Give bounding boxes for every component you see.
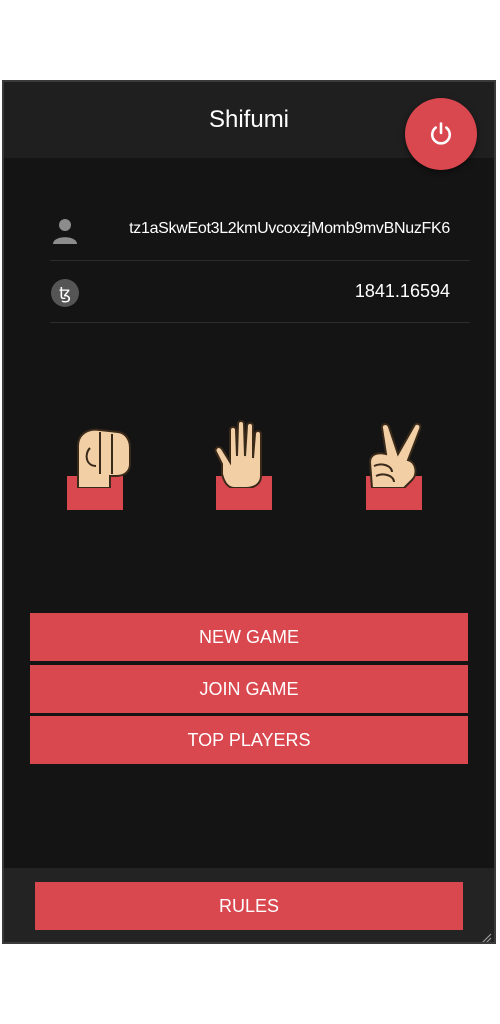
power-icon xyxy=(431,122,451,145)
account-balance-row: ꜩ 1841.16594 xyxy=(50,262,470,323)
rules-button[interactable]: RULES xyxy=(35,882,463,930)
account-address: tz1aSkwEot3L2kmUvcoxzjMomb9mvBNuzFK6 xyxy=(129,220,450,237)
scissors-hand-icon xyxy=(366,422,422,510)
top-players-button[interactable]: TOP PLAYERS xyxy=(30,716,468,764)
account-address-row: tz1aSkwEot3L2kmUvcoxzjMomb9mvBNuzFK6 xyxy=(50,200,470,261)
new-game-button[interactable]: NEW GAME xyxy=(30,613,468,661)
join-game-button[interactable]: JOIN GAME xyxy=(30,665,468,713)
rock-hand-icon xyxy=(67,428,131,510)
hands-illustration xyxy=(4,418,494,528)
account-balance: 1841.16594 xyxy=(354,281,450,301)
resize-grip-icon[interactable] xyxy=(476,930,492,944)
power-button[interactable] xyxy=(405,98,477,170)
svg-text:ꜩ: ꜩ xyxy=(59,284,71,304)
paper-hand-icon xyxy=(214,420,272,510)
footer: RULES xyxy=(4,868,494,944)
user-icon xyxy=(53,219,77,244)
app-window: Shifumi tz1aSkwEot3L2kmUvcoxzjMomb9mvBNu… xyxy=(2,80,496,944)
tezos-icon: ꜩ xyxy=(51,279,79,307)
